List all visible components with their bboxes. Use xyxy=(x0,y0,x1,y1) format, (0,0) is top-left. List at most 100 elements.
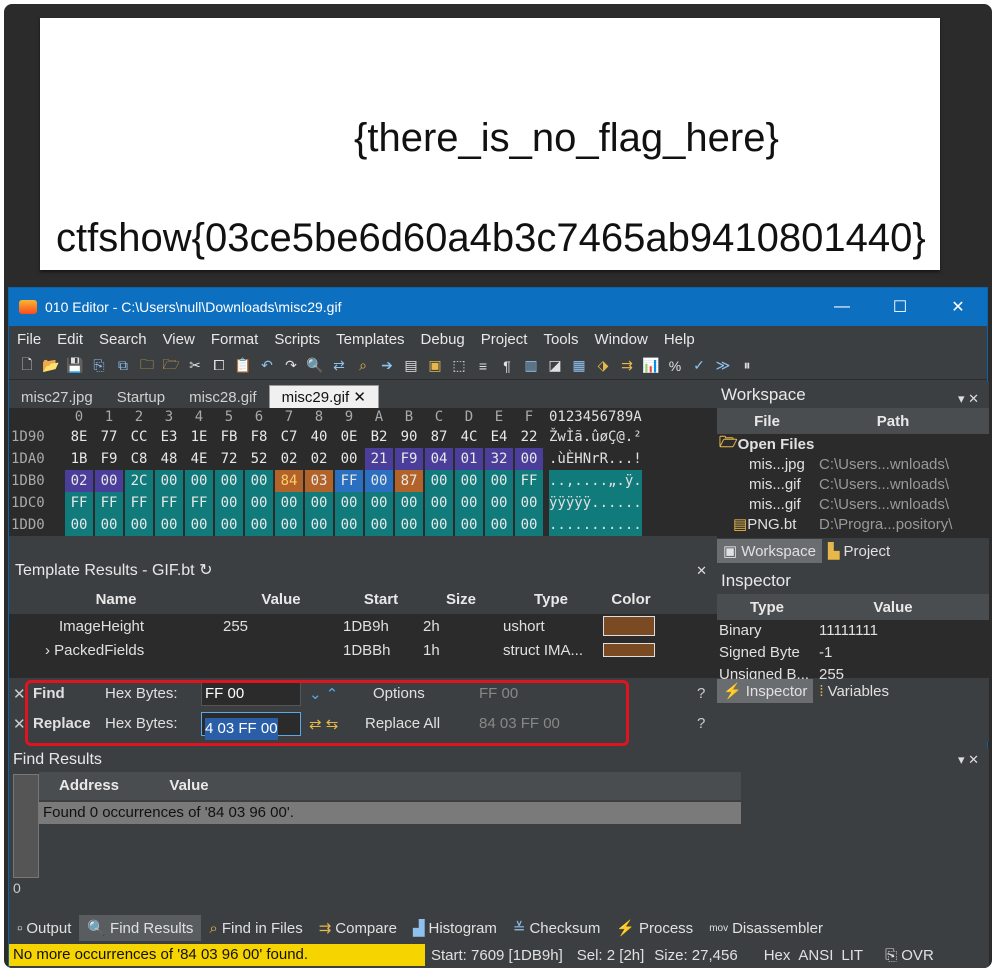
paste-icon[interactable]: 📋 xyxy=(233,357,253,375)
hex-byte[interactable]: 00 xyxy=(185,514,213,536)
menu-tools[interactable]: Tools xyxy=(535,331,586,348)
hex-byte[interactable]: 48 xyxy=(155,448,183,470)
status-hex[interactable]: Hex xyxy=(764,947,791,964)
hex-byte[interactable]: 00 xyxy=(215,492,243,514)
minimize-button[interactable]: — xyxy=(813,298,871,316)
checksum-icon[interactable]: ✓ xyxy=(689,357,709,375)
hex-ascii[interactable]: ........... xyxy=(549,514,642,536)
hex-byte[interactable]: 00 xyxy=(95,514,123,536)
show-whitespace-icon[interactable]: ¶ xyxy=(497,357,517,375)
hex-byte[interactable]: 40 xyxy=(305,426,333,448)
hex-byte[interactable]: 1B xyxy=(65,448,93,470)
list-item[interactable]: mis...jpg C:\Users...wnloads\ xyxy=(717,454,989,474)
hex-byte[interactable]: 04 xyxy=(425,448,453,470)
replace-icon[interactable]: ⇄ xyxy=(329,357,349,375)
close-button[interactable]: ✕ xyxy=(929,297,987,317)
list-item[interactable]: mis...gif C:\Users...wnloads\ xyxy=(717,474,989,494)
columns-icon[interactable]: ▥ xyxy=(521,357,541,375)
tab-checksum[interactable]: ≚ Checksum xyxy=(505,915,608,941)
hex-byte[interactable]: 00 xyxy=(425,514,453,536)
close-replace-icon[interactable]: ✕ xyxy=(13,715,26,733)
results-message-row[interactable]: Found 0 occurrences of '84 03 96 00'. xyxy=(39,802,741,824)
hex-byte[interactable]: 00 xyxy=(425,492,453,514)
hex-row[interactable]: 1D90 8E 77 CC E3 1E FB F8 C7 40 0E B2 90 87 4C E4 22 ŽwÌã… xyxy=(9,426,717,448)
hex-byte[interactable]: 00 xyxy=(305,514,333,536)
hex-row[interactable]: 1DB0 02 00 2C 00 00 00 00 84 03 FF 00 87 00 00 00 FF..,.… xyxy=(9,470,717,492)
hex-byte[interactable]: 87 xyxy=(395,470,423,492)
histogram-icon[interactable]: 📊 xyxy=(641,357,661,375)
hex-byte[interactable]: 22 xyxy=(515,426,543,448)
menu-window[interactable]: Window xyxy=(586,331,655,348)
hex-byte[interactable]: FF xyxy=(185,492,213,514)
hex-byte[interactable]: 01 xyxy=(455,448,483,470)
hex-byte[interactable]: 00 xyxy=(425,470,453,492)
hex-byte[interactable]: 32 xyxy=(485,448,513,470)
close-find-icon[interactable]: ✕ xyxy=(13,685,26,703)
close-tab-icon[interactable]: ✕ xyxy=(353,389,366,406)
hex-byte[interactable]: FF xyxy=(155,492,183,514)
tab-variables[interactable]: ⁞ Variables xyxy=(813,679,895,703)
menu-edit[interactable]: Edit xyxy=(49,331,91,348)
hex-byte[interactable]: E3 xyxy=(155,426,183,448)
hex-ascii[interactable]: .ùÈHNrR...! xyxy=(549,448,642,470)
hex-ascii[interactable]: ŽwÌã.ûøÇ@.² xyxy=(549,426,642,448)
hex-byte[interactable]: 21 xyxy=(365,448,393,470)
hex-byte[interactable]: FF xyxy=(125,492,153,514)
text-mode-icon[interactable]: ≡ xyxy=(473,357,493,375)
maximize-button[interactable]: ☐ xyxy=(871,297,929,317)
hex-byte[interactable]: 90 xyxy=(395,426,423,448)
hex-byte[interactable]: 02 xyxy=(275,448,303,470)
status-lit[interactable]: LIT xyxy=(841,947,863,964)
base-converter-icon[interactable]: ⬗ xyxy=(593,357,613,375)
hex-byte[interactable]: 02 xyxy=(65,470,93,492)
hex-byte[interactable]: 00 xyxy=(185,470,213,492)
hex-byte[interactable]: 00 xyxy=(515,448,543,470)
tab-misc29[interactable]: misc29.gif ✕ xyxy=(268,385,379,408)
status-ansi[interactable]: ANSI xyxy=(798,947,833,964)
cut-icon[interactable]: ✂ xyxy=(185,357,205,375)
hex-byte[interactable]: 00 xyxy=(515,514,543,536)
tab-workspace[interactable]: ▣ Workspace xyxy=(717,539,822,563)
run-script-icon[interactable]: ▤ xyxy=(401,357,421,375)
hex-row[interactable]: 1DD0 00 00 00 00 00 00 00 00 00 00 00 00 00 00 00 00....… xyxy=(9,514,717,536)
close-panel-icon[interactable]: ✕ xyxy=(696,559,707,583)
hex-byte[interactable]: CC xyxy=(125,426,153,448)
menu-view[interactable]: View xyxy=(155,331,203,348)
hex-byte[interactable]: 00 xyxy=(365,514,393,536)
goto-icon[interactable]: ➔ xyxy=(377,357,397,375)
hex-ascii[interactable]: ÿÿÿÿÿ...... xyxy=(549,492,642,514)
save-as-icon[interactable]: ⎘ xyxy=(89,357,109,375)
hex-byte[interactable]: 00 xyxy=(65,514,93,536)
col-start[interactable]: Start xyxy=(339,584,419,614)
table-row[interactable]: ImageHeight 255 1DB9h 2h ushort xyxy=(9,614,717,638)
hex-byte[interactable]: F9 xyxy=(395,448,423,470)
close-panel-icon[interactable]: ▾ ✕ xyxy=(958,748,979,772)
list-item[interactable]: mis...gif C:\Users...wnloads\ xyxy=(717,494,989,514)
pause-icon[interactable]: ⏸ xyxy=(737,357,757,375)
tab-project[interactable]: ▙ Project xyxy=(822,539,896,563)
menu-search[interactable]: Search xyxy=(91,331,155,348)
status-ovr[interactable]: ⎘ OVR xyxy=(885,947,934,964)
col-file[interactable]: File xyxy=(717,408,817,434)
hex-byte[interactable]: 00 xyxy=(245,470,273,492)
tab-find-in-files[interactable]: ⌕ Find in Files xyxy=(201,915,310,941)
menu-templates[interactable]: Templates xyxy=(328,331,412,348)
hex-view[interactable]: 0 1 2 3 4 5 6 7 8 9 A B C D E F 0123456789A 1D90 8E 77 CC E3 1… xyxy=(9,408,717,536)
tab-misc27[interactable]: misc27.jpg xyxy=(9,387,105,408)
col-value[interactable]: Value xyxy=(817,594,969,620)
hex-byte[interactable]: C7 xyxy=(275,426,303,448)
hex-byte[interactable]: 77 xyxy=(95,426,123,448)
col-type[interactable]: Type xyxy=(717,594,817,620)
find-in-files-icon[interactable]: ⌕ xyxy=(353,357,373,375)
hex-byte[interactable]: 72 xyxy=(215,448,243,470)
tab-startup[interactable]: Startup xyxy=(105,387,177,408)
tab-find-results[interactable]: 🔍 Find Results xyxy=(79,915,202,941)
open-file-icon[interactable]: 📂 xyxy=(41,357,61,375)
hex-byte[interactable]: 00 xyxy=(335,492,363,514)
open-folder-icon[interactable]: 🗀 xyxy=(137,356,157,375)
compare-icon[interactable]: ⇉ xyxy=(617,357,637,375)
close-panel-icon[interactable]: ▾ ✕ xyxy=(958,386,979,412)
hex-byte[interactable]: 00 xyxy=(485,470,513,492)
hex-byte[interactable]: E4 xyxy=(485,426,513,448)
table-row[interactable]: › PackedFields 1DBBh 1h struct IMA... xyxy=(9,638,717,662)
